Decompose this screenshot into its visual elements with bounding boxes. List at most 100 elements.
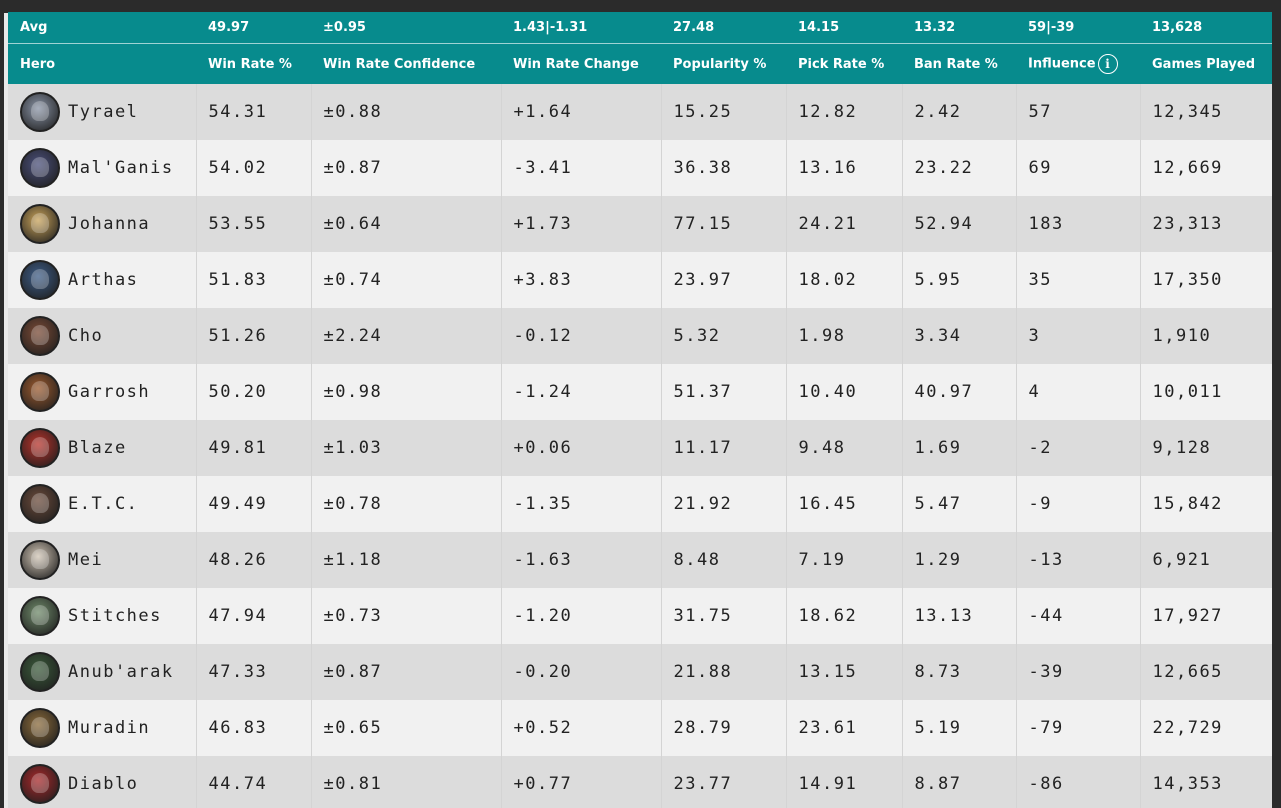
influence-cell: -44 <box>1016 588 1141 644</box>
hero-info: Garrosh <box>20 372 184 412</box>
win-rate-change-cell: +1.64 <box>501 84 662 140</box>
influence-cell: -39 <box>1016 644 1141 700</box>
hero-cell[interactable]: Muradin <box>8 700 197 756</box>
hero-portrait-icon <box>20 260 60 300</box>
hero-cell[interactable]: Mei <box>8 532 197 588</box>
popularity-cell: 36.38 <box>661 140 787 196</box>
table-row[interactable]: Cho 51.26 ±2.24 -0.12 5.32 1.98 3.34 3 1,910 <box>8 308 1276 364</box>
pick-rate-cell: 9.48 <box>786 420 903 476</box>
table-row[interactable]: Anub'arak 47.33 ±0.87 -0.20 21.88 13.15 8.73 -3… <box>8 644 1276 700</box>
hero-cell[interactable]: Cho <box>8 308 197 364</box>
games-played-cell: 22,729 <box>1140 700 1276 756</box>
win-rate-cell: 50.20 <box>196 364 312 420</box>
win-rate-cell: 51.26 <box>196 308 312 364</box>
column-header-win-rate[interactable]: Win Rate % <box>196 43 311 84</box>
win-rate-change-cell: -1.63 <box>501 532 662 588</box>
column-header-pick-rate[interactable]: Pick Rate % <box>786 43 902 84</box>
ban-rate-cell: 5.95 <box>902 252 1017 308</box>
table-row[interactable]: Diablo 44.74 ±0.81 +0.77 23.77 14.91 8.87 -86 14… <box>8 756 1276 808</box>
table-row[interactable]: Arthas 51.83 ±0.74 +3.83 23.97 18.02 5.95 35 17,… <box>8 252 1276 308</box>
hero-name: Blaze <box>68 438 127 458</box>
win-rate-change-cell: -0.12 <box>501 308 662 364</box>
pick-rate-cell: 12.82 <box>786 84 903 140</box>
influence-cell: 183 <box>1016 196 1141 252</box>
games-played-cell: 12,665 <box>1140 644 1276 700</box>
win-rate-cell: 46.83 <box>196 700 312 756</box>
column-header-popularity[interactable]: Popularity % <box>661 43 786 84</box>
pick-rate-cell: 1.98 <box>786 308 903 364</box>
column-header-games-played[interactable]: Games Played <box>1140 43 1276 84</box>
table-row[interactable]: Muradin 46.83 ±0.65 +0.52 28.79 23.61 5.19 -79 2… <box>8 700 1276 756</box>
win-rate-change-cell: -0.20 <box>501 644 662 700</box>
info-icon[interactable]: i <box>1097 54 1118 74</box>
scrollbar-track[interactable] <box>1272 12 1281 808</box>
pick-rate-cell: 24.21 <box>786 196 903 252</box>
pick-rate-cell: 13.15 <box>786 644 903 700</box>
ban-rate-cell: 1.69 <box>902 420 1017 476</box>
hero-name: Diablo <box>68 774 139 794</box>
win-rate-confidence-cell: ±0.87 <box>311 644 502 700</box>
pick-rate-cell: 13.16 <box>786 140 903 196</box>
hero-cell[interactable]: Blaze <box>8 420 197 476</box>
ban-rate-cell: 3.34 <box>902 308 1017 364</box>
win-rate-change-cell: -1.24 <box>501 364 662 420</box>
win-rate-change-cell: -3.41 <box>501 140 662 196</box>
hero-info: E.T.C. <box>20 484 184 524</box>
win-rate-cell: 54.31 <box>196 84 312 140</box>
popularity-cell: 51.37 <box>661 364 787 420</box>
column-header-win-rate-change[interactable]: Win Rate Change <box>501 43 661 84</box>
pick-rate-cell: 7.19 <box>786 532 903 588</box>
table-row[interactable]: Mal'Ganis 54.02 ±0.87 -3.41 36.38 13.16 23.22 6… <box>8 140 1276 196</box>
games-played-cell: 1,910 <box>1140 308 1276 364</box>
column-header-ban-rate[interactable]: Ban Rate % <box>902 43 1016 84</box>
win-rate-confidence-cell: ±0.87 <box>311 140 502 196</box>
win-rate-confidence-cell: ±0.73 <box>311 588 502 644</box>
win-rate-change-cell: -1.35 <box>501 476 662 532</box>
win-rate-cell: 49.81 <box>196 420 312 476</box>
influence-cell: -13 <box>1016 532 1141 588</box>
hero-cell[interactable]: Tyrael <box>8 84 197 140</box>
table-row[interactable]: Johanna 53.55 ±0.64 +1.73 77.15 24.21 52.94 183… <box>8 196 1276 252</box>
popularity-cell: 23.97 <box>661 252 787 308</box>
influence-cell: 3 <box>1016 308 1141 364</box>
win-rate-change-cell: +3.83 <box>501 252 662 308</box>
hero-name: Johanna <box>68 214 151 234</box>
hero-cell[interactable]: Diablo <box>8 756 197 808</box>
hero-info: Cho <box>20 316 184 356</box>
win-rate-cell: 48.26 <box>196 532 312 588</box>
table-row[interactable]: Blaze 49.81 ±1.03 +0.06 11.17 9.48 1.69 -2 9,128 <box>8 420 1276 476</box>
hero-name: Stitches <box>68 606 162 626</box>
hero-name: Tyrael <box>68 102 139 122</box>
table-row[interactable]: Stitches 47.94 ±0.73 -1.20 31.75 18.62 13.13 -4… <box>8 588 1276 644</box>
win-rate-change-cell: +1.73 <box>501 196 662 252</box>
popularity-cell: 21.92 <box>661 476 787 532</box>
hero-cell[interactable]: Johanna <box>8 196 197 252</box>
win-rate-confidence-cell: ±0.98 <box>311 364 502 420</box>
hero-cell[interactable]: Mal'Ganis <box>8 140 197 196</box>
win-rate-confidence-cell: ±0.81 <box>311 756 502 808</box>
influence-cell: 57 <box>1016 84 1141 140</box>
table-row[interactable]: E.T.C. 49.49 ±0.78 -1.35 21.92 16.45 5.47 -9 15,… <box>8 476 1276 532</box>
hero-stats-table: Avg 49.97 ±0.95 1.43|-1.31 27.48 14.15 1… <box>8 12 1276 808</box>
hero-cell[interactable]: Anub'arak <box>8 644 197 700</box>
hero-portrait-icon <box>20 204 60 244</box>
column-header-influence[interactable]: Influence i <box>1016 43 1140 84</box>
table-row[interactable]: Garrosh 50.20 ±0.98 -1.24 51.37 10.40 40.97 4 10… <box>8 364 1276 420</box>
column-header-win-rate-confidence[interactable]: Win Rate Confidence <box>311 43 501 84</box>
avg-popularity: 27.48 <box>661 12 786 44</box>
hero-cell[interactable]: E.T.C. <box>8 476 197 532</box>
hero-info: Mal'Ganis <box>20 148 184 188</box>
hero-portrait-icon <box>20 316 60 356</box>
popularity-cell: 23.77 <box>661 756 787 808</box>
hero-cell[interactable]: Stitches <box>8 588 197 644</box>
hero-name: E.T.C. <box>68 494 139 514</box>
table-row[interactable]: Tyrael 54.31 ±0.88 +1.64 15.25 12.82 2.42 57 12,… <box>8 84 1276 140</box>
games-played-cell: 15,842 <box>1140 476 1276 532</box>
table-row[interactable]: Mei 48.26 ±1.18 -1.63 8.48 7.19 1.29 -13 6,921 <box>8 532 1276 588</box>
average-row: Avg 49.97 ±0.95 1.43|-1.31 27.48 14.15 1… <box>8 12 1276 44</box>
column-header-hero[interactable]: Hero <box>8 43 196 84</box>
win-rate-confidence-cell: ±0.88 <box>311 84 502 140</box>
win-rate-confidence-cell: ±2.24 <box>311 308 502 364</box>
hero-cell[interactable]: Arthas <box>8 252 197 308</box>
hero-cell[interactable]: Garrosh <box>8 364 197 420</box>
